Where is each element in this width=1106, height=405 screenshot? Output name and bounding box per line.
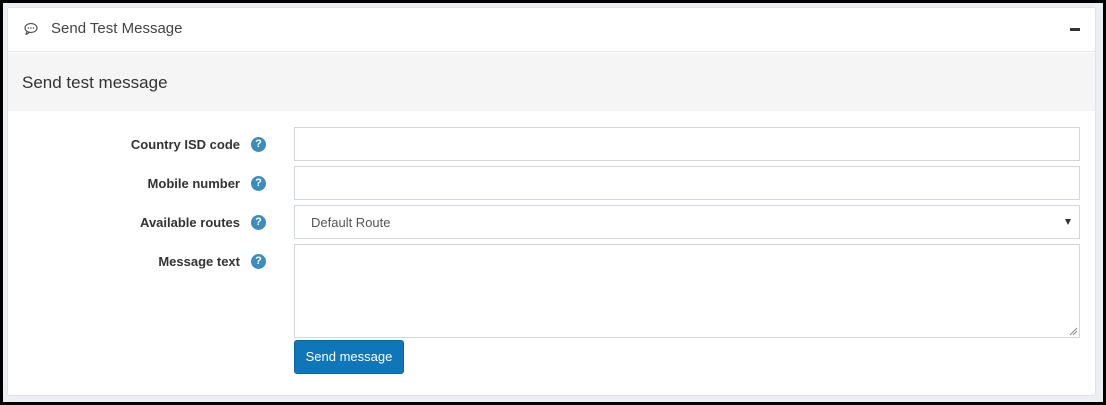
mobile-number-input[interactable] [294,166,1080,200]
message-text-label-wrap: Message text [8,253,262,271]
section-title: Send test message [22,73,168,92]
panel-title: Send Test Message [51,20,183,37]
selected-route: Default Route [311,214,391,230]
mobile-number-label: Mobile number [147,176,240,191]
panel-header: Send Test Message [8,8,1095,52]
caret-down-icon [1065,219,1071,225]
country-isd-label-wrap: Country ISD code [8,136,262,154]
question-circle-icon[interactable]: ? [251,254,266,269]
resize-grip-icon[interactable] [1068,326,1078,336]
app-frame: Send Test Message Send test message Coun… [3,3,1103,402]
available-routes-label-wrap: Available routes [8,214,262,232]
country-isd-code-label: Country ISD code [130,137,240,152]
section-header: Send test message [8,53,1095,111]
message-text-label: Message text [158,254,240,269]
available-routes-select[interactable]: Default Route [294,205,1080,239]
send-message-button[interactable]: Send message [294,340,404,374]
minus-icon [1070,27,1080,31]
question-circle-icon[interactable]: ? [251,176,266,191]
country-isd-code-input[interactable] [294,127,1080,161]
mobile-number-label-wrap: Mobile number [8,175,262,193]
send-test-message-panel: Send Test Message Send test message Coun… [7,7,1096,396]
question-circle-icon[interactable]: ? [251,215,266,230]
available-routes-label: Available routes [140,215,240,230]
chat-bubble-icon [24,22,38,36]
message-text-textarea[interactable] [294,244,1080,338]
question-circle-icon[interactable]: ? [251,137,266,152]
collapse-button[interactable] [1065,18,1085,40]
